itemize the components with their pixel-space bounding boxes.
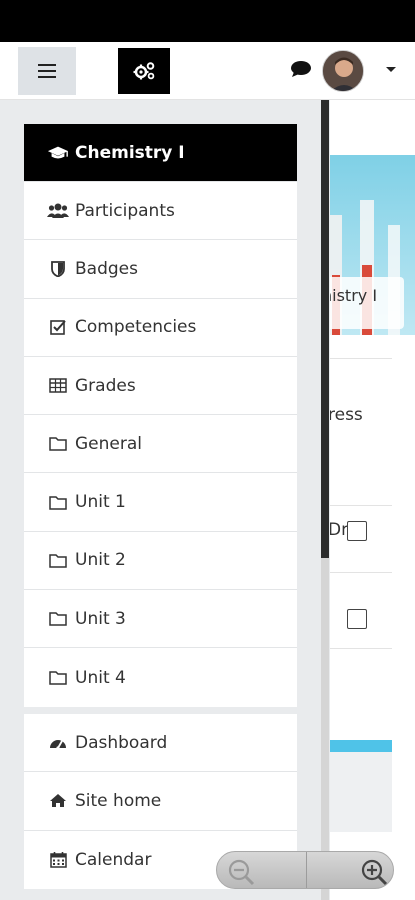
calendar-icon — [47, 851, 69, 869]
nav-item-label: Grades — [75, 375, 136, 396]
section-accent-bar — [322, 740, 392, 752]
zoom-out-button[interactable] — [227, 858, 255, 888]
folder-icon — [47, 669, 69, 687]
nav-item-section-unit-3[interactable]: Unit 3 — [24, 590, 297, 649]
cogs-icon — [133, 62, 155, 80]
folder-icon — [47, 610, 69, 628]
progress-heading: ress — [328, 405, 363, 425]
nav-item-badges[interactable]: Badges — [24, 240, 297, 299]
zoom-in-icon — [361, 859, 388, 886]
check-square-icon — [47, 318, 69, 336]
nav-item-section-general[interactable]: General — [24, 415, 297, 474]
nav-item-participants[interactable]: Participants — [24, 182, 297, 241]
folder-icon — [47, 493, 69, 511]
drawer-scrollbar-thumb[interactable] — [321, 100, 329, 558]
nav-item-label: Chemistry I — [75, 142, 185, 163]
tachometer-icon — [47, 734, 69, 752]
folder-icon — [47, 435, 69, 453]
top-navbar — [0, 42, 415, 100]
divider — [322, 648, 392, 649]
shield-icon — [47, 260, 69, 278]
nav-item-label: Unit 4 — [75, 667, 126, 688]
nav-item-label: Unit 3 — [75, 608, 126, 629]
user-avatar[interactable] — [322, 50, 364, 92]
zoom-in-button[interactable] — [360, 858, 388, 888]
completion-checkbox[interactable] — [347, 521, 367, 541]
nav-item-label: Calendar — [75, 849, 152, 870]
users-icon — [47, 202, 69, 220]
nav-item-label: General — [75, 433, 142, 454]
messages-button[interactable] — [290, 60, 312, 82]
nav-item-label: Badges — [75, 258, 138, 279]
nav-item-label: Participants — [75, 200, 175, 221]
zoom-control — [216, 851, 394, 889]
nav-item-grades[interactable]: Grades — [24, 357, 297, 416]
nav-item-label: Unit 2 — [75, 550, 126, 571]
zoom-divider — [306, 852, 307, 888]
status-bar — [0, 0, 415, 42]
nav-item-label: Competencies — [75, 317, 197, 338]
nav-item-competencies[interactable]: Competencies — [24, 299, 297, 357]
hamburger-menu-button[interactable] — [18, 47, 76, 95]
table-icon — [47, 377, 69, 395]
activity-row-text: Dr — [328, 520, 349, 540]
nav-item-label: Site home — [75, 790, 162, 811]
nav-item-section-unit-4[interactable]: Unit 4 — [24, 648, 297, 706]
nav-item-dashboard[interactable]: Dashboard — [24, 714, 297, 773]
graduation-cap-icon — [47, 144, 69, 162]
divider — [322, 358, 392, 359]
site-logo[interactable] — [118, 48, 170, 94]
comment-icon — [291, 61, 311, 77]
hamburger-icon — [38, 64, 56, 77]
folder-icon — [47, 551, 69, 569]
zoom-out-icon — [228, 859, 255, 886]
completion-checkbox[interactable] — [347, 609, 367, 629]
nav-item-section-unit-2[interactable]: Unit 2 — [24, 532, 297, 591]
caret-down-icon[interactable] — [386, 67, 396, 72]
course-nav-group: Chemistry I Participants Badges Competen… — [24, 124, 297, 707]
nav-item-site-home[interactable]: Site home — [24, 772, 297, 831]
nav-item-section-unit-1[interactable]: Unit 1 — [24, 473, 297, 532]
nav-item-label: Dashboard — [75, 732, 168, 753]
nav-item-course-home[interactable]: Chemistry I — [24, 124, 297, 182]
section-panel — [322, 752, 392, 832]
divider — [322, 505, 392, 506]
divider — [322, 572, 392, 573]
home-icon — [47, 792, 69, 810]
nav-item-label: Unit 1 — [75, 492, 126, 513]
